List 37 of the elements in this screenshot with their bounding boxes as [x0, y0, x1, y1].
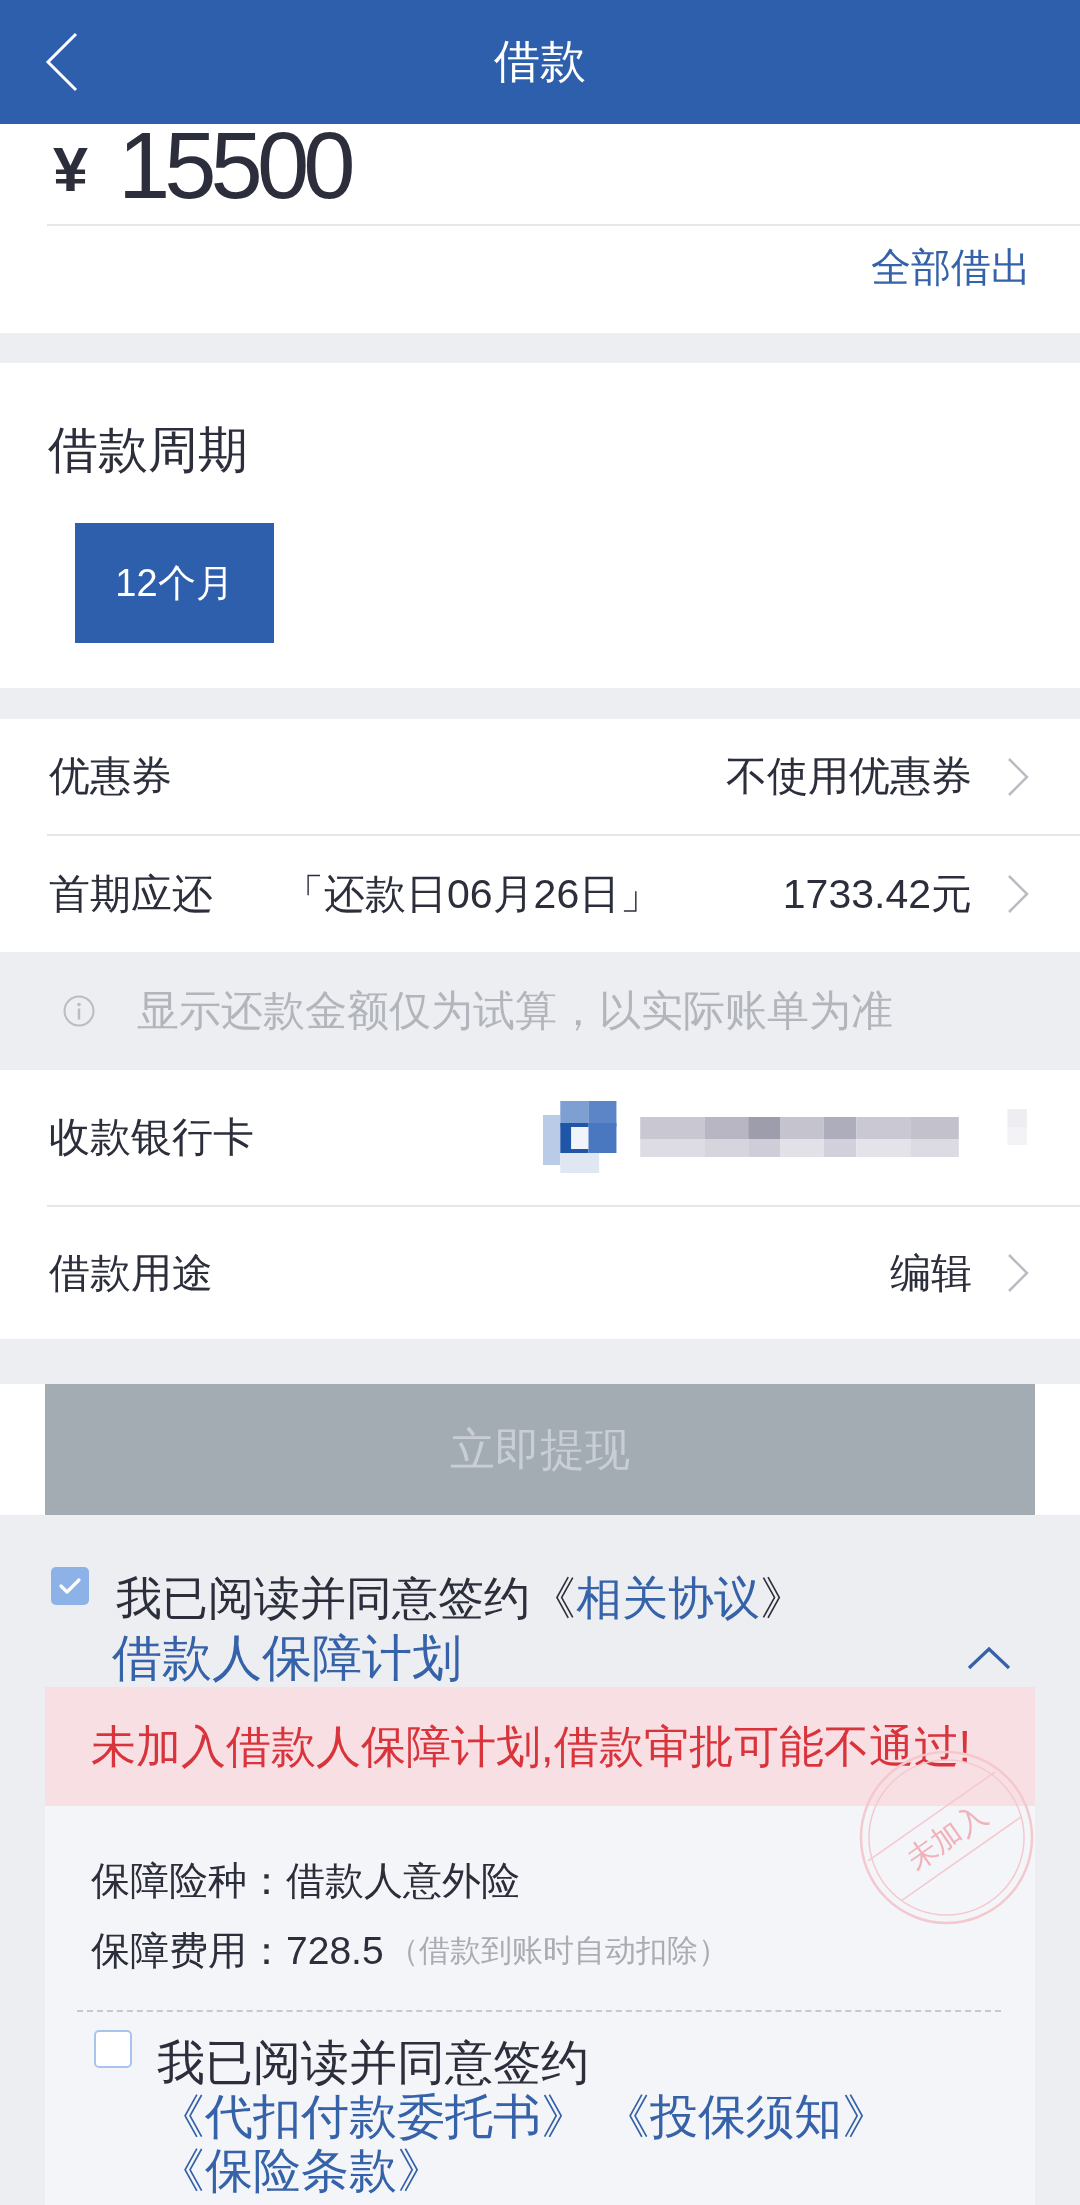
- section-title: 借款周期: [48, 421, 248, 480]
- tick-icon: [58, 1577, 82, 1595]
- fee-note: （借款到账时自动扣除）: [387, 1932, 729, 1970]
- info-icon: [63, 995, 95, 1027]
- amount-value[interactable]: 15500: [118, 127, 358, 203]
- row-label: 借款用途: [49, 1248, 213, 1298]
- checkbox[interactable]: [51, 1567, 89, 1605]
- agreement-link[interactable]: 《代扣付款委托书》: [157, 2090, 589, 2143]
- row-value[interactable]: 不使用优惠券: [726, 749, 972, 804]
- row-label: 收款银行卡: [49, 1113, 254, 1162]
- back-icon: [44, 31, 80, 93]
- agreement-link[interactable]: 相关协议: [576, 1572, 760, 1624]
- chevron-right-icon: [1007, 1253, 1029, 1293]
- plan-title: 借款人保障计划: [112, 1629, 462, 1687]
- borrow-all-link[interactable]: 全部借出: [871, 239, 1031, 295]
- row-label: 优惠券: [49, 752, 172, 801]
- checkbox[interactable]: [94, 2030, 132, 2068]
- agreement-text: 我已阅读并同意签约《相关协议》: [116, 1571, 806, 1626]
- period-option[interactable]: 12个月: [75, 523, 274, 643]
- chevron-right-icon: [1007, 874, 1029, 914]
- warning-text: 未加入借款人保障计划,借款审批可能不通过!: [91, 1719, 971, 1774]
- chevron-up-icon[interactable]: [966, 1645, 1012, 1671]
- chevron-right-icon: [1007, 756, 1029, 797]
- detail-text: 保障费用：728.5: [91, 1928, 384, 1974]
- notice-text: 显示还款金额仅为试算，以实际账单为准: [137, 986, 893, 1036]
- consent-text: 我已阅读并同意签约 《代扣付款委托书》 《投保须知》 《保险条款》: [157, 2036, 892, 2198]
- stamp-text: 未加入: [898, 1796, 994, 1878]
- agreement-link[interactable]: 《保险条款》: [157, 2144, 445, 2197]
- page-title: 借款: [494, 34, 586, 90]
- row-label: 首期应还: [49, 869, 213, 919]
- repayment-date: 「还款日06月26日」: [283, 869, 662, 919]
- agreement-link[interactable]: 《投保须知》: [602, 2090, 891, 2143]
- currency-symbol: ¥: [53, 143, 89, 194]
- row-value[interactable]: 编辑: [890, 1245, 972, 1301]
- detail-text: 保障险种：借款人意外险: [91, 1858, 520, 1904]
- row-value[interactable]: 1733.42元: [782, 866, 972, 922]
- back-button[interactable]: [44, 31, 80, 93]
